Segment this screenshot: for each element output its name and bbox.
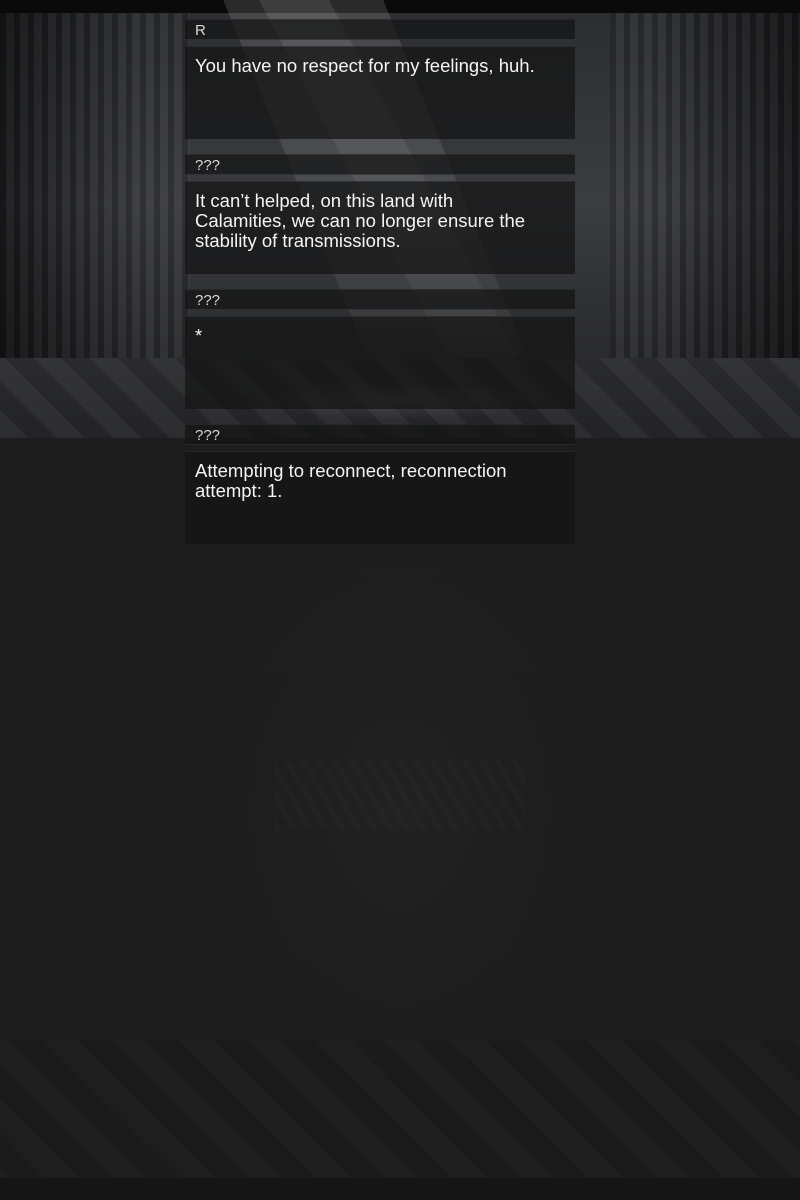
background-bottom-band [0,1178,800,1200]
speaker-bar: ??? [185,289,575,310]
background-left-curtain [0,13,190,358]
dialogue-entry: R You have no respect for my feelings, h… [185,19,575,139]
message-box: * [185,316,575,409]
speaker-name: ??? [195,292,221,309]
background-top-band [0,0,800,13]
speaker-bar: R [185,19,575,40]
background-bottom-floor [0,1040,800,1200]
background-ornament [275,760,525,830]
message-box: You have no respect for my feelings, huh… [185,46,575,139]
speaker-name: ??? [195,427,221,444]
message-text: It can’t helped, on this land with Calam… [195,190,526,251]
speaker-name: R [195,22,206,39]
dialogue-entry: ??? * [185,289,575,409]
message-text: Attempting to reconnect, reconnection at… [195,460,507,501]
message-box: It can’t helped, on this land with Calam… [185,181,575,274]
background-right-curtain [610,13,800,358]
message-text: You have no respect for my feelings, huh… [195,55,535,76]
speaker-bar: ??? [185,154,575,175]
dialogue-entry: ??? Attempting to reconnect, reconnectio… [185,424,575,544]
dialogue-log[interactable]: R You have no respect for my feelings, h… [185,19,575,544]
message-text: * [195,325,203,346]
message-box: Attempting to reconnect, reconnection at… [185,451,575,544]
speaker-name: ??? [195,157,221,174]
speaker-bar: ??? [185,424,575,445]
dialogue-entry: ??? It can’t helped, on this land with C… [185,154,575,274]
game-screen: R You have no respect for my feelings, h… [0,0,800,1200]
